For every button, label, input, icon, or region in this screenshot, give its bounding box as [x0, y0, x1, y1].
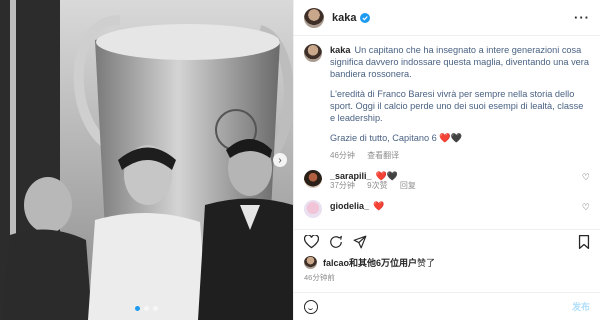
share-icon[interactable] [353, 235, 367, 249]
carousel-dots [0, 306, 293, 311]
post-photo[interactable]: › [0, 0, 293, 320]
comment-avatar[interactable] [304, 200, 322, 218]
caption: kaka Un capitano che ha insegnato a inter… [304, 44, 590, 162]
post-details-panel: kaka ··· kaka Un capitano che ha insegnat… [293, 0, 600, 320]
author-username[interactable]: kaka [332, 12, 356, 24]
caption-text-2: L'eredità di Franco Baresi vivrà per sem… [330, 89, 584, 123]
carousel-dot [144, 306, 149, 311]
post-image [0, 0, 293, 320]
comment-username[interactable]: giodelia_ [330, 201, 369, 211]
likes-text-bold: falcao和其他6万位用户 [323, 258, 418, 268]
more-options-icon[interactable]: ··· [574, 10, 590, 25]
verified-badge-icon [360, 12, 371, 23]
caption-text-3: Grazie di tutto, Capitano 6 ❤️🖤 [330, 133, 463, 143]
likes-summary[interactable]: falcao和其他6万位用户赞了 [304, 256, 590, 269]
comment-like-icon[interactable]: ♡ [582, 172, 590, 183]
liker-avatar [304, 256, 317, 269]
post-timestamp: 46分钟前 [304, 273, 335, 282]
comment-like-icon[interactable]: ♡ [582, 202, 590, 213]
comment-item: giodelia_ ❤️ ♡ [304, 200, 590, 218]
caption-username[interactable]: kaka [330, 45, 350, 55]
action-bar [294, 229, 600, 253]
emoji-icon[interactable] [304, 299, 318, 314]
comment-composer: 发布 [294, 292, 600, 320]
comment-text: ❤️ [373, 201, 385, 211]
caption-avatar[interactable] [304, 44, 322, 62]
carousel-next-icon[interactable]: › [273, 153, 287, 167]
post-header: kaka ··· [294, 0, 600, 36]
translate-link[interactable]: 查看翻译 [367, 151, 399, 160]
caption-time: 46分钟 [330, 151, 355, 160]
author-avatar[interactable] [304, 7, 324, 28]
comment-input[interactable] [328, 301, 572, 312]
carousel-dot [135, 306, 140, 311]
comment-icon[interactable] [329, 235, 343, 249]
carousel-dot [153, 306, 158, 311]
comment-item: _sarapili_ ❤️🖤 37分钟 9次赞 回复 ♡ [304, 170, 590, 192]
like-heart-icon[interactable] [304, 234, 319, 249]
bookmark-icon[interactable] [578, 234, 590, 249]
caption-text-1: Un capitano che ha insegnato a intere ge… [330, 45, 589, 79]
comment-likes[interactable]: 9次赞 [367, 181, 387, 190]
comment-avatar[interactable] [304, 170, 322, 188]
comments-scroll-area[interactable]: kaka Un capitano che ha insegnato a inter… [294, 36, 600, 226]
comment-time: 37分钟 [330, 181, 355, 190]
caption-meta: 46分钟 查看翻译 [330, 150, 590, 162]
comment-reply[interactable]: 回复 [400, 181, 416, 190]
likes-text-rest: 赞了 [417, 258, 436, 268]
post-comment-button[interactable]: 发布 [572, 300, 590, 313]
